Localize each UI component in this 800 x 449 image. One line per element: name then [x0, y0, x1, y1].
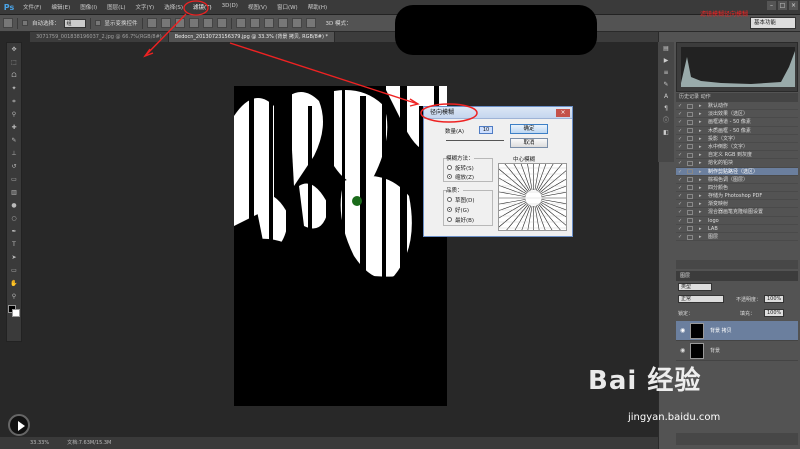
- photoshop-window: Ps 文件(F) 编辑(E) 图像(I) 图层(L) 文字(Y) 选择(S) 滤镜(T) 3D…: [0, 0, 800, 449]
- baidu-site: jingyan.baidu.com: [628, 412, 721, 423]
- baidu-watermark: Bai 经验: [588, 360, 758, 408]
- play-button[interactable]: [8, 414, 30, 436]
- baidu-logo: Bai 经验: [588, 366, 702, 396]
